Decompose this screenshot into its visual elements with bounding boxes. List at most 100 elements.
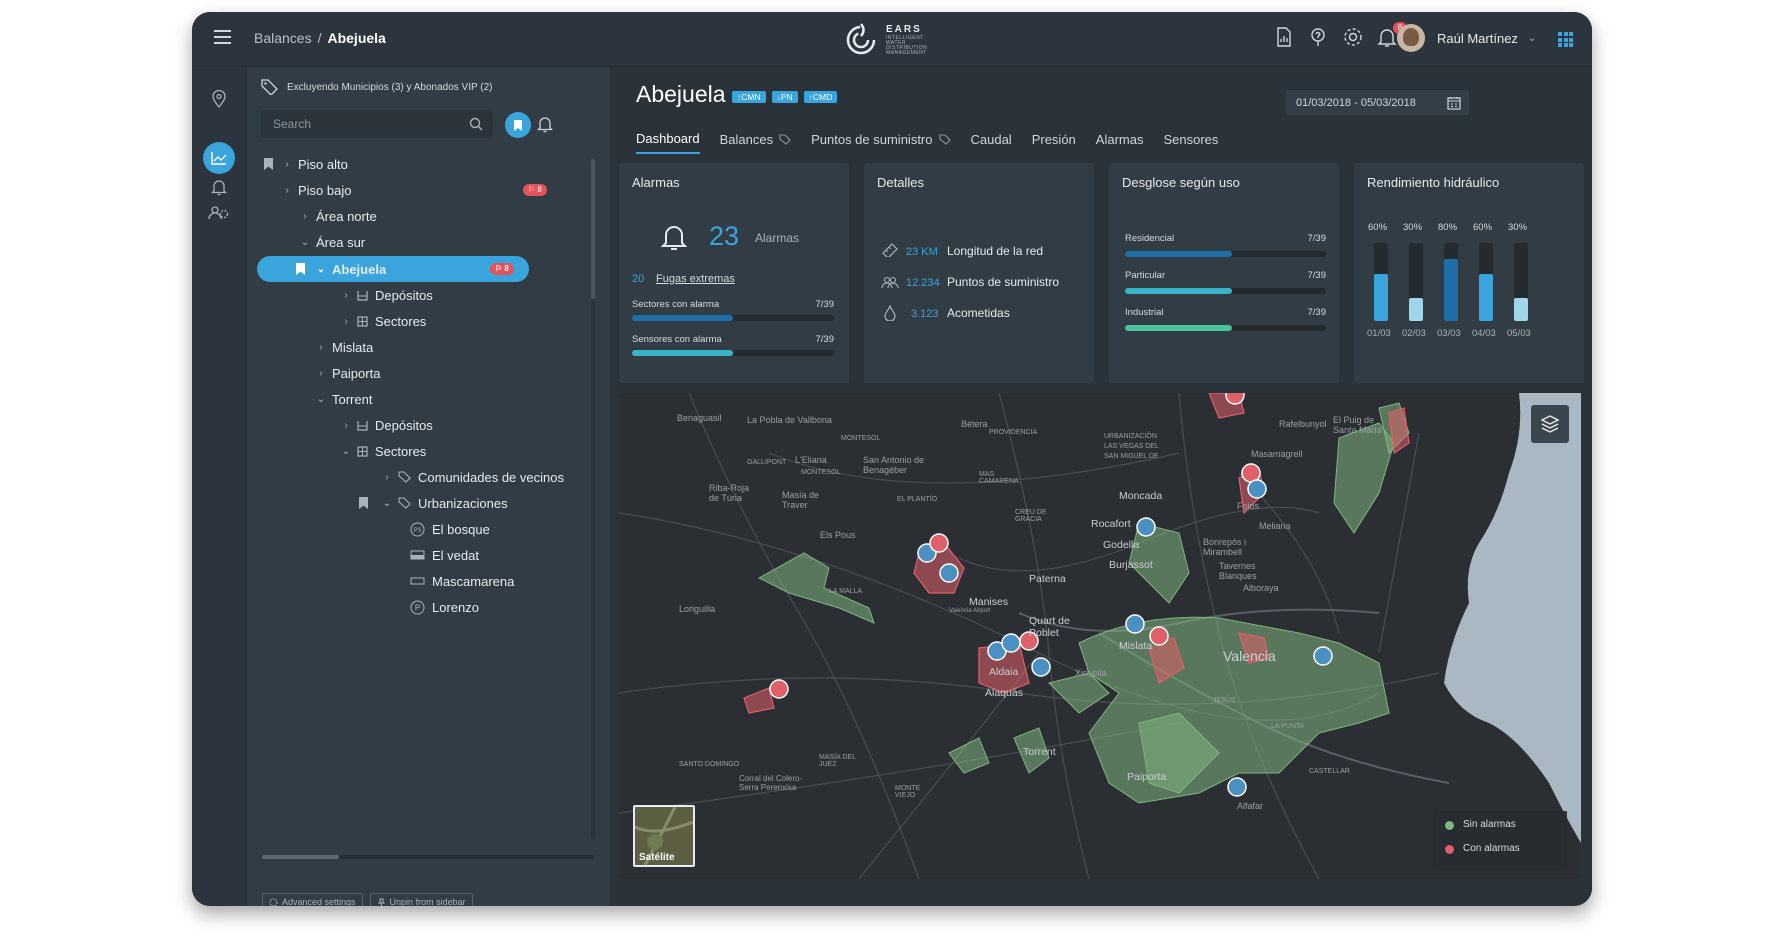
settings-gear-icon[interactable] <box>1342 26 1368 52</box>
tab-presion[interactable]: Presión <box>1032 131 1076 154</box>
filter-summary[interactable]: Excluyendo Municipios (3) y Abonados VIP… <box>261 79 492 95</box>
rail-map-pin-button[interactable] <box>203 83 235 115</box>
tree-item-urbanizaciones[interactable]: ⌄ Urbanizaciones <box>380 490 508 516</box>
tree-item-el-vedat[interactable]: El vedat <box>410 542 479 568</box>
map-place-label: URBANIZACIÓN <box>1104 433 1157 440</box>
tree-item-sectores[interactable]: ⌄ Sectores <box>339 438 427 464</box>
tag-icon <box>398 497 411 509</box>
search-icon[interactable] <box>469 117 483 131</box>
map-place-label: Manises <box>969 596 1009 608</box>
avatar <box>1397 24 1425 52</box>
chevron-right-icon[interactable]: › <box>339 290 353 301</box>
tree-item-area-norte[interactable]: › Área norte <box>298 203 376 229</box>
map-place-label: Rafelbunyol <box>1279 419 1327 429</box>
report-icon[interactable] <box>1274 26 1300 52</box>
chip-cmn[interactable]: ↑CMN <box>732 91 766 103</box>
vertical-scrollbar-thumb[interactable] <box>591 159 595 299</box>
rail-balances-button[interactable] <box>203 142 235 174</box>
bar-value: 7/39 <box>1307 233 1327 244</box>
map-place-label: Godella <box>1103 539 1140 551</box>
layers-icon <box>1540 415 1560 433</box>
tab-sensores[interactable]: Sensores <box>1163 131 1218 154</box>
bar-percent-label: 80% <box>1438 222 1458 233</box>
map-place-label: Benaguasil <box>677 413 722 423</box>
advanced-settings-button[interactable]: Advanced settings <box>262 893 363 906</box>
bookmark-icon[interactable] <box>264 158 273 170</box>
map-place-label: La Pobla de Vallbona <box>747 415 832 425</box>
bookmarks-filter-button[interactable] <box>505 112 531 138</box>
bar-track <box>1444 243 1458 321</box>
tree-item-piso-bajo[interactable]: › Piso bajo <box>280 177 351 203</box>
tab-balances[interactable]: Balances <box>720 131 791 154</box>
tree-item-comunidades-de-vecinos[interactable]: › Comunidades de vecinos <box>380 464 564 490</box>
fugas-extremas-link[interactable]: Fugas extremas <box>656 273 735 285</box>
chip-cmd[interactable]: ↑CMD <box>803 91 838 103</box>
tab-alarmas[interactable]: Alarmas <box>1096 131 1144 154</box>
apps-grid-icon[interactable] <box>1558 32 1573 47</box>
chevron-down-icon[interactable]: ⌄ <box>314 394 328 405</box>
tree-item-lorenzo[interactable]: P Lorenzo <box>410 594 479 620</box>
tab-puntos-de-suministro[interactable]: Puntos de suministro <box>811 131 951 154</box>
page-title: Abejuela <box>636 81 726 107</box>
map-place-label: Xirivella <box>1075 668 1107 678</box>
tree-item-piso-alto[interactable]: › Piso alto <box>280 151 348 177</box>
tree-item-label: Lorenzo <box>432 599 479 615</box>
tab-dashboard[interactable]: Dashboard <box>636 131 700 154</box>
horizontal-scrollbar-thumb[interactable] <box>262 855 339 859</box>
alarm-bell-icon <box>211 180 227 196</box>
map-place-label: El Puig de Santa Maria <box>1333 415 1382 435</box>
tab-caudal[interactable]: Caudal <box>971 131 1012 154</box>
tree-item-label: Mascamarena <box>432 573 515 589</box>
map-view[interactable]: Benaguasil La Pobla de Vallbona Bétera R… <box>619 393 1581 879</box>
alarms-filter-button[interactable] <box>536 115 554 138</box>
tree-item-el-bosque[interactable]: PS El bosque <box>410 516 490 542</box>
chevron-down-icon[interactable]: ⌄ <box>339 446 353 457</box>
tree-item-mascamarena[interactable]: Mascamarena <box>410 568 514 594</box>
chevron-down-icon: ⌄ <box>1527 32 1537 44</box>
detail-label: Longitud de la red <box>947 244 1044 258</box>
chip-pn[interactable]: ↓PN <box>771 91 798 103</box>
search-box <box>261 110 493 138</box>
bookmark-icon[interactable] <box>296 263 305 275</box>
rail-users-button[interactable] <box>203 197 235 229</box>
bar-label: Sectores con alarma <box>632 299 720 310</box>
tree-item-torrent[interactable]: ⌄ Torrent <box>314 386 373 412</box>
tree-item-paiporta[interactable]: › Paiporta <box>314 360 380 386</box>
chevron-right-icon[interactable]: › <box>298 211 312 222</box>
progress-track <box>1125 251 1326 257</box>
top-bar: Balances / Abejuela EARS INTELLIGENT WATER… <box>192 12 1592 67</box>
bookmark-icon[interactable] <box>359 497 368 509</box>
satellite-toggle[interactable]: Satélite <box>633 805 695 867</box>
menu-icon[interactable] <box>214 30 231 44</box>
chevron-right-icon[interactable]: › <box>280 159 294 170</box>
unpin-button[interactable]: Unpin from sidebar <box>369 893 473 906</box>
chevron-right-icon[interactable]: › <box>314 342 328 353</box>
tree-item-mislata[interactable]: › Mislata <box>314 334 373 360</box>
detail-value: 23 KM <box>906 246 938 258</box>
user-menu[interactable]: Raúl Martínez ⌄ <box>1397 23 1536 53</box>
chevron-right-icon[interactable]: › <box>314 368 328 379</box>
date-range-picker[interactable]: 01/03/2018 - 05/03/2018 <box>1286 90 1469 115</box>
search-input[interactable] <box>271 116 465 132</box>
map-place-label: CASTELLAR <box>1309 768 1350 775</box>
chevron-down-icon[interactable]: ⌄ <box>314 264 328 275</box>
tab-label: Caudal <box>970 132 1012 147</box>
tree-item-area-sur[interactable]: ⌄ Área sur <box>298 229 365 255</box>
map-layers-button[interactable] <box>1531 405 1569 443</box>
tree-item-depositos[interactable]: › Depósitos <box>339 412 432 438</box>
tree-item-sectores[interactable]: › Sectores <box>339 308 426 334</box>
chevron-right-icon[interactable]: › <box>380 472 394 483</box>
tree-item-abejuela[interactable]: ⌄ Abejuela ⚐ 8 <box>257 256 529 282</box>
bar-date-label: 05/03 <box>1507 328 1531 339</box>
chevron-right-icon[interactable]: › <box>339 316 353 327</box>
chevron-right-icon[interactable]: › <box>339 420 353 431</box>
help-icon[interactable] <box>1308 26 1334 52</box>
map-place-label: MASÍA DEL JUEZ <box>819 754 856 768</box>
breadcrumb-parent[interactable]: Balances <box>254 30 312 46</box>
chevron-down-icon[interactable]: ⌄ <box>298 237 312 248</box>
user-name: Raúl Martínez <box>1437 30 1518 46</box>
tree-item-depositos[interactable]: › Depósitos <box>339 282 432 308</box>
chevron-right-icon[interactable]: › <box>280 185 294 196</box>
map-place-label: SAN MIGUEL DE <box>1104 453 1159 460</box>
chevron-down-icon[interactable]: ⌄ <box>380 498 394 509</box>
